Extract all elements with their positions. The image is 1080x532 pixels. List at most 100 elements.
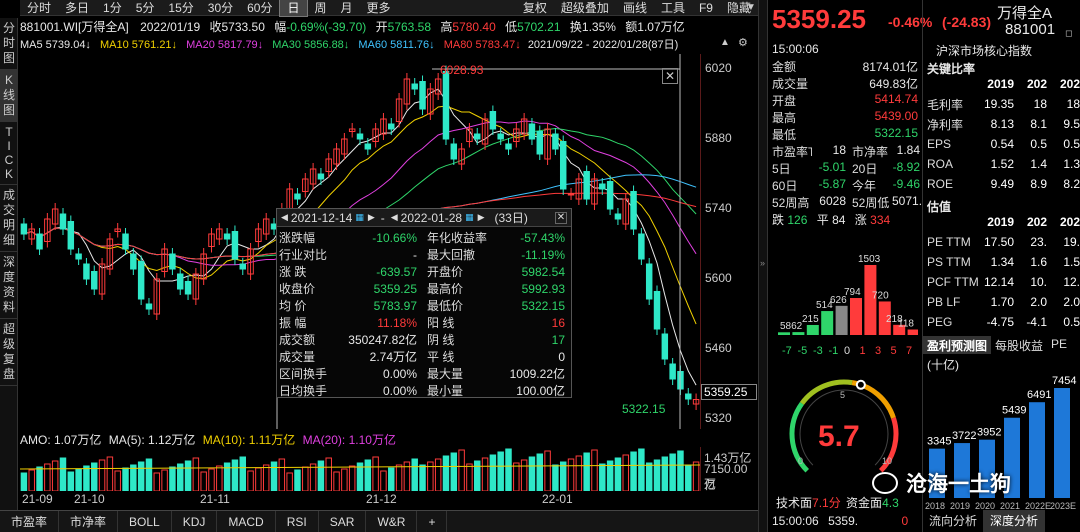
- calendar-icon[interactable]: ▦: [355, 212, 364, 223]
- fund-value: 4.3: [882, 496, 899, 510]
- indicator-tab[interactable]: MACD: [217, 511, 276, 532]
- legend-collapse-icon[interactable]: ▲: [720, 37, 730, 48]
- panel-splitter[interactable]: »: [758, 0, 768, 532]
- cell: 12.14: [983, 275, 1014, 289]
- distribution-bar: [850, 298, 862, 335]
- stat-key: 成交量: [772, 77, 809, 91]
- price-tick: 5740: [705, 201, 732, 215]
- indicator-tab[interactable]: BOLL: [118, 511, 172, 532]
- year-header: 2019: [987, 215, 1014, 229]
- interval-stat-row: 区间换手 0.00% 最大量 1009.22亿: [277, 365, 571, 382]
- up-count: 334: [870, 213, 891, 227]
- cell: 8.9: [1030, 177, 1047, 191]
- view-tab-label: 超级复盘: [2, 322, 15, 381]
- toolbar-item[interactable]: 更多: [360, 0, 398, 16]
- volume-bar: [575, 455, 583, 491]
- chart-close-icon[interactable]: ✕: [662, 68, 678, 84]
- indicator-tab[interactable]: SAR: [319, 511, 367, 532]
- prev-start-icon[interactable]: ◀: [281, 212, 288, 223]
- view-tab[interactable]: TICK: [0, 122, 18, 185]
- prev-end-icon[interactable]: ◀: [391, 212, 398, 223]
- candle-body: [145, 303, 153, 310]
- cell: 1.34: [990, 255, 1014, 269]
- date-tick: 21-12: [366, 492, 397, 506]
- stat-key: 区间换手: [279, 367, 328, 381]
- toolbar-item[interactable]: 超级叠加: [554, 0, 616, 16]
- volume-bar: [388, 467, 395, 491]
- indicator-tab[interactable]: 市盈率: [0, 511, 60, 532]
- volume-bar: [286, 472, 293, 491]
- stat-value: 5071.: [892, 194, 923, 208]
- candle-body: [36, 233, 43, 250]
- interval-start-date[interactable]: 2021-12-14: [291, 211, 352, 225]
- table-row: ROE 9.49 8.9 8.2: [923, 174, 1080, 194]
- volume-chart[interactable]: [20, 447, 700, 491]
- stat-value: -8.92: [892, 160, 920, 174]
- toolbar-item[interactable]: 1分: [96, 0, 129, 16]
- toolbar-item[interactable]: 分时: [20, 0, 58, 16]
- price-tick: 5880: [705, 131, 732, 145]
- close-panel-icon[interactable]: ✕: [555, 211, 567, 224]
- toolbar-item[interactable]: 复权: [516, 0, 554, 16]
- stat-row: 最低 5322.15: [772, 126, 918, 143]
- legend-settings-icon[interactable]: ⚙: [738, 36, 748, 49]
- toolbar-item[interactable]: 工具: [654, 0, 692, 16]
- toolbar-item[interactable]: 5分: [129, 0, 162, 16]
- view-tab[interactable]: 分时图: [0, 18, 18, 70]
- forecast-tab[interactable]: PE: [1047, 336, 1071, 354]
- forecast-tab[interactable]: 盈利预测图: [923, 336, 992, 354]
- turnover-label: 换: [569, 20, 582, 34]
- view-tab[interactable]: 超级复盘: [0, 319, 18, 386]
- stat-key: 5日: [772, 162, 791, 176]
- stat-row: 最高 5439.00: [772, 109, 918, 126]
- toolbar-item[interactable]: 15分: [161, 0, 200, 16]
- forecast-bar-label: 7454: [1052, 375, 1076, 387]
- analysis-tab[interactable]: 深度分析: [984, 510, 1046, 532]
- volume-bar: [317, 460, 325, 491]
- next-end-icon[interactable]: ▶: [478, 212, 485, 223]
- tech-label: 技术面: [776, 496, 813, 510]
- toolbar-item[interactable]: 月: [334, 0, 360, 16]
- analysis-tab[interactable]: 流向分析: [923, 510, 985, 532]
- stat-value: -11.19%: [521, 247, 565, 262]
- view-tab[interactable]: 深度资料: [0, 252, 18, 319]
- indicator-tab[interactable]: 市净率: [59, 511, 119, 532]
- toolbar-item[interactable]: 周: [308, 0, 334, 16]
- next-start-icon[interactable]: ▶: [368, 212, 375, 223]
- cell: 2.0: [1030, 295, 1047, 309]
- cell: 1.52: [990, 157, 1014, 171]
- volume-bar: [669, 453, 676, 491]
- volume-bar: [513, 462, 520, 491]
- volume-bar: [75, 468, 82, 491]
- toolbar-item[interactable]: 多日: [58, 0, 96, 16]
- toolbar-item[interactable]: F9: [692, 0, 720, 16]
- toolbar-item[interactable]: 30分: [201, 0, 240, 16]
- indicator-tab[interactable]: +: [417, 511, 448, 532]
- view-tab[interactable]: K线图: [0, 70, 18, 122]
- watch-icons[interactable]: ◻: [1065, 28, 1072, 39]
- volume-bar: [419, 464, 426, 491]
- interval-stat-row: 涨跌幅 -10.66% 年化收益率 -57.43%: [277, 229, 571, 246]
- interval-end-date[interactable]: 2022-01-28: [401, 211, 462, 225]
- view-tab[interactable]: 成交明细: [0, 185, 18, 252]
- collapse-arrow-icon[interactable]: »: [760, 258, 765, 268]
- toolbar-item[interactable]: 画线: [616, 0, 654, 16]
- toolbar-item[interactable]: 60分: [240, 0, 279, 16]
- amo-legend: AMO: 1.07万亿 MA(5): 1.12万亿 MA(10): 1.11万亿…: [20, 431, 396, 448]
- table-row: 净利率 8.13 8.1 9.5: [923, 114, 1080, 134]
- stat-key: 最大量: [427, 367, 464, 381]
- toolbar-item[interactable]: 日: [279, 0, 308, 17]
- down-label: 跌: [772, 213, 785, 227]
- indicator-tab[interactable]: RSI: [276, 511, 319, 532]
- table-row: PE TTM 17.50 23. 19.: [923, 232, 1080, 252]
- indicator-tab[interactable]: W&R: [366, 511, 418, 532]
- stat-value: 649.83亿: [869, 77, 918, 91]
- volume-bar: [223, 462, 231, 491]
- date-axis: 21-09 21-10 21-11 21-12 22-01: [20, 492, 758, 508]
- forecast-year-label: 2021: [1000, 501, 1020, 510]
- forecast-tab[interactable]: 每股收益: [991, 336, 1047, 354]
- toolbar-dropdown-icon[interactable]: ▼: [746, 2, 756, 13]
- indicator-tab[interactable]: KDJ: [172, 511, 218, 532]
- calendar-icon[interactable]: ▦: [465, 212, 474, 223]
- volume-bar: [333, 471, 340, 491]
